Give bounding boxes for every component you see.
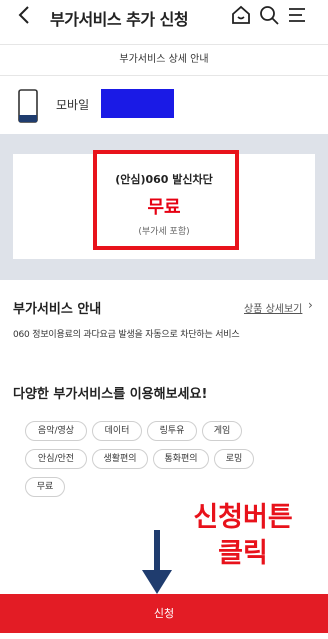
menu-icon[interactable] bbox=[286, 4, 308, 26]
down-arrow-icon bbox=[140, 530, 174, 596]
home-icon[interactable] bbox=[230, 4, 252, 26]
promo-title: 다양한 부가서비스를 이용해보세요! bbox=[13, 387, 208, 402]
bottom-edge bbox=[0, 633, 328, 639]
chip-data[interactable]: 데이터 bbox=[92, 421, 142, 441]
service-price: 무료 bbox=[147, 197, 181, 218]
page-title: 부가서비스 추가 신청 bbox=[50, 10, 189, 29]
subtitle-bar: 부가서비스 상세 안내 bbox=[0, 44, 328, 76]
click-annotation: 신청버튼 클릭 bbox=[168, 500, 318, 572]
service-description: 060 정보이용료의 과다요금 발생을 자동으로 차단하는 서비스 bbox=[13, 330, 240, 340]
chip-free[interactable]: 무료 bbox=[25, 477, 65, 497]
back-chevron-icon[interactable] bbox=[14, 4, 36, 31]
mobile-phone-icon bbox=[18, 89, 38, 123]
chip-roaming[interactable]: 로밍 bbox=[214, 449, 254, 469]
annotation-line-2: 클릭 bbox=[218, 538, 268, 569]
vat-note: (부가세 포함) bbox=[138, 227, 190, 237]
redacted-phone-number bbox=[101, 89, 174, 118]
search-icon[interactable] bbox=[258, 4, 280, 26]
chip-game[interactable]: 게임 bbox=[202, 421, 242, 441]
annotation-line-1: 신청버튼 bbox=[193, 502, 293, 533]
section-subtitle: 부가서비스 상세 안내 bbox=[119, 54, 209, 65]
chip-ring-to-you[interactable]: 링투유 bbox=[147, 421, 197, 441]
info-section-title: 부가서비스 안내 bbox=[13, 302, 102, 317]
device-type-label: 모바일 bbox=[56, 98, 90, 112]
chevron-right-icon[interactable]: › bbox=[308, 298, 313, 312]
product-detail-link[interactable]: 상품 상세보기 bbox=[244, 300, 302, 315]
chip-lifestyle[interactable]: 생활편의 bbox=[92, 449, 148, 469]
device-row: 모바일 bbox=[0, 76, 328, 134]
chip-music-video[interactable]: 음악/영상 bbox=[25, 421, 87, 441]
chip-calling[interactable]: 통화편의 bbox=[153, 449, 209, 469]
service-card: (안심)060 발신차단 무료 (부가세 포함) bbox=[13, 150, 315, 259]
apply-button[interactable]: 신청 bbox=[0, 594, 328, 633]
service-price-panel: (안심)060 발신차단 무료 (부가세 포함) bbox=[0, 134, 328, 280]
chip-safety[interactable]: 안심/안전 bbox=[25, 449, 87, 469]
service-name: (안심)060 발신차단 bbox=[115, 173, 213, 186]
app-header: 부가서비스 추가 신청 bbox=[0, 0, 328, 40]
